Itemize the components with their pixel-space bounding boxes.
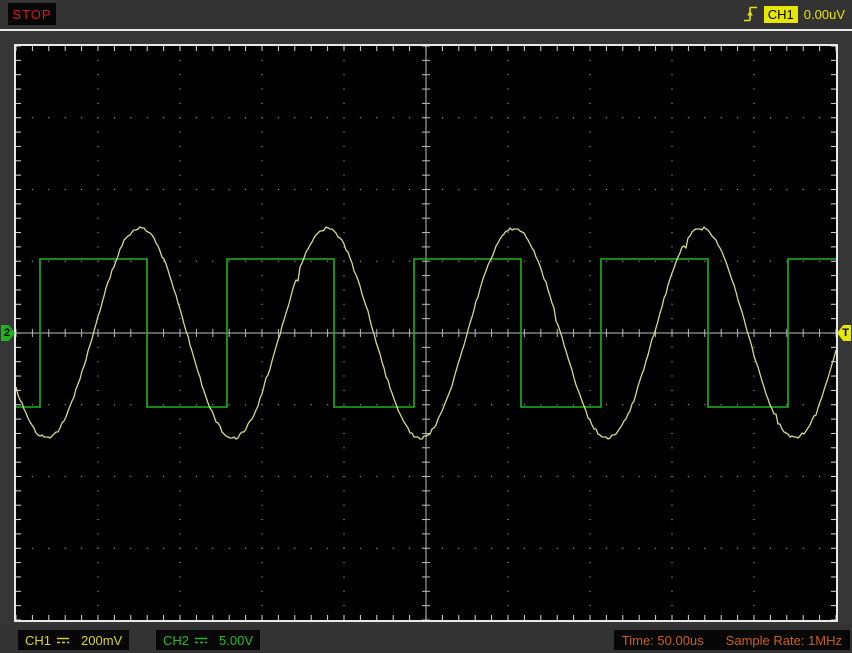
timebase-value: Time: 50.00us	[621, 632, 704, 648]
ch2-ground-marker[interactable]: 2	[1, 325, 15, 341]
ch1-scale-value: 200mV	[81, 632, 123, 648]
timebase-readout: Time: 50.00us Sample Rate: 1MHz	[613, 630, 850, 650]
trigger-marker-label: T	[842, 327, 849, 339]
top-bar: STOP CH1 0.00uV	[0, 0, 852, 31]
scope-display	[14, 44, 838, 622]
ch1-label: CH1	[25, 632, 52, 648]
ch2-scale-value: 5.00V	[219, 632, 253, 648]
trigger-level-value: 0.00uV	[803, 6, 845, 22]
ch2-label: CH2	[163, 632, 190, 648]
rising-edge-trigger-icon	[743, 6, 757, 22]
bottom-bar: CH1 200mV CH2 5.00V Time: 50.00us Sample…	[0, 624, 852, 653]
ch2-marker-label: 2	[4, 327, 11, 339]
trigger-readout: CH1 0.00uV	[743, 3, 845, 25]
graticule	[16, 46, 836, 620]
dc-coupling-icon	[57, 637, 70, 643]
acquisition-status-badge[interactable]: STOP	[8, 3, 56, 25]
trigger-level-marker[interactable]: T	[837, 325, 851, 341]
ch1-scale-readout[interactable]: CH1 200mV	[18, 630, 130, 650]
sample-rate-value: Sample Rate: 1MHz	[725, 632, 842, 648]
trigger-source-badge[interactable]: CH1	[763, 5, 798, 23]
ch2-scale-readout[interactable]: CH2 5.00V	[156, 630, 260, 650]
dc-coupling-icon	[195, 637, 208, 643]
